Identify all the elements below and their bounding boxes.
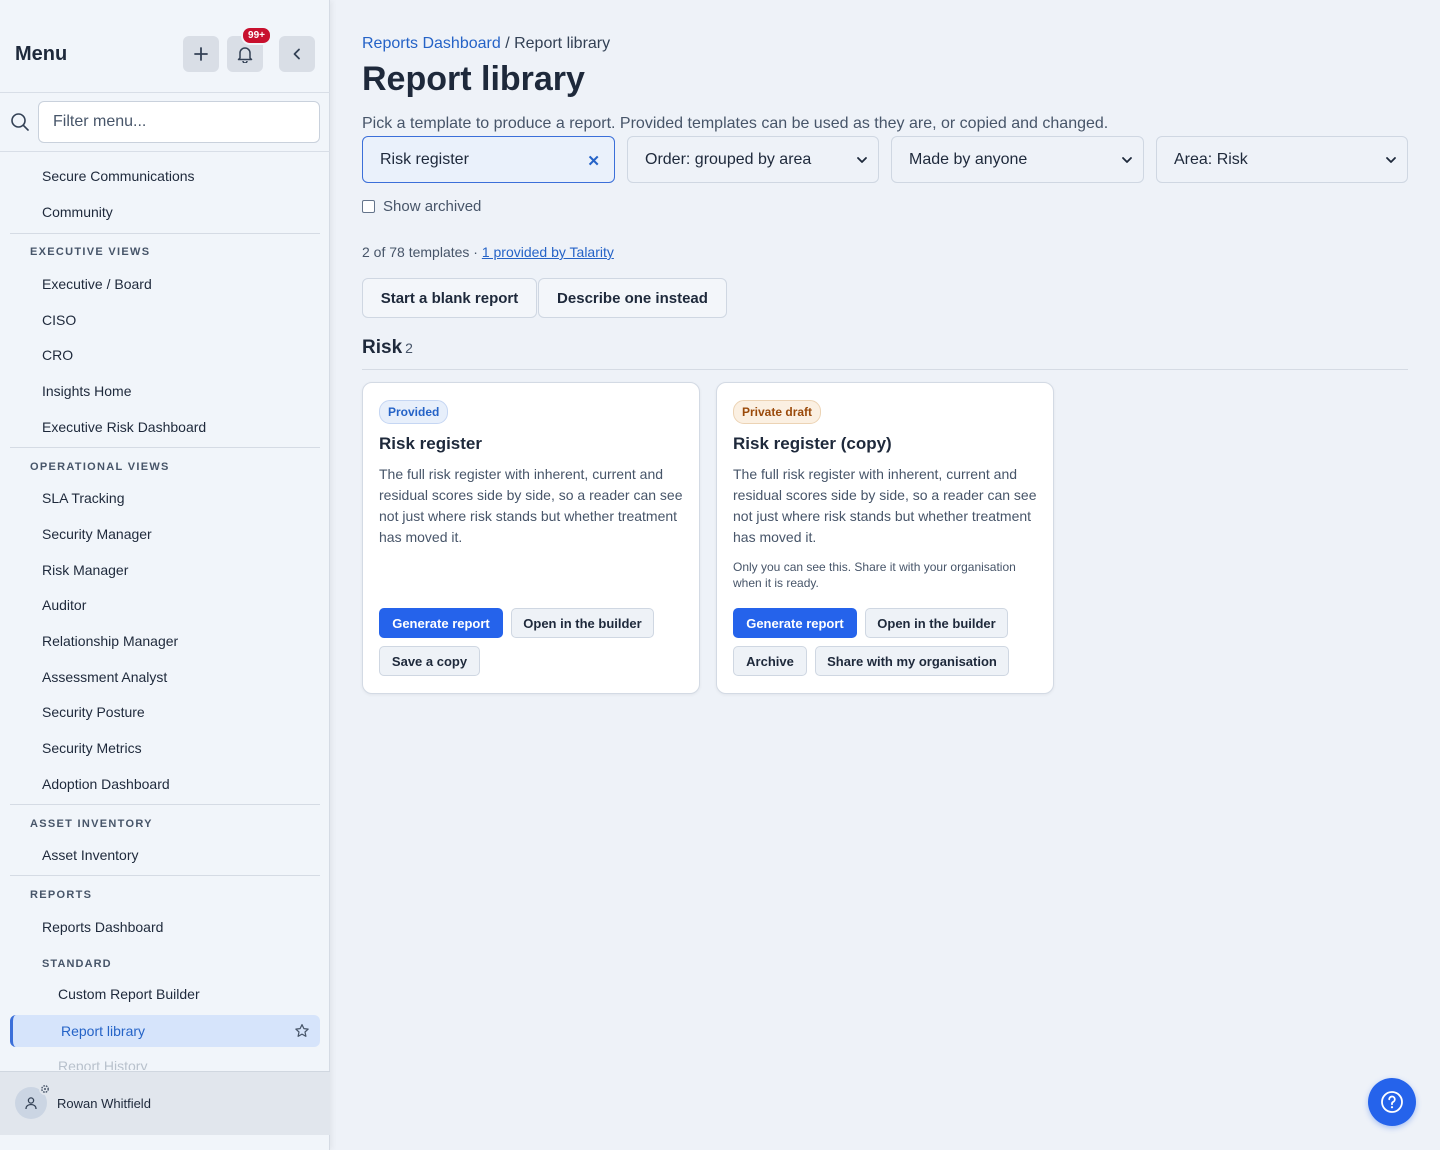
user-footer[interactable]: Rowan Whitfield xyxy=(0,1071,330,1135)
sidebar-item-executive-risk-dashboard[interactable]: Executive Risk Dashboard xyxy=(10,410,320,444)
show-archived-label: Show archived xyxy=(383,198,482,215)
help-icon xyxy=(1381,1091,1403,1113)
chevron-down-icon xyxy=(857,157,867,163)
add-button[interactable] xyxy=(183,36,219,72)
card-visibility-note: Only you can see this. Share it with you… xyxy=(733,560,1016,590)
group-count: 2 xyxy=(405,340,413,356)
card-description: The full risk register with inherent, cu… xyxy=(733,466,1037,545)
sidebar-item-sla-tracking[interactable]: SLA Tracking xyxy=(10,481,320,515)
template-count-text: 2 of 78 templates · xyxy=(362,244,482,260)
search-icon xyxy=(11,113,29,131)
sidebar-item-report-library[interactable]: Report library xyxy=(10,1015,320,1047)
divider xyxy=(10,233,320,234)
sidebar-filter xyxy=(0,93,330,152)
open-in-builder-button[interactable]: Open in the builder xyxy=(511,608,654,638)
clear-search-icon[interactable]: ✕ xyxy=(587,152,600,170)
divider xyxy=(10,447,320,448)
sidebar-title: Menu xyxy=(15,43,68,65)
made-by-select-value: Made by anyone xyxy=(909,150,1028,168)
template-search-input[interactable]: Risk register ✕ xyxy=(362,136,615,183)
card-title: Risk register xyxy=(379,434,482,453)
sidebar-item-label: Report library xyxy=(61,1023,146,1039)
page-description: Pick a template to produce a report. Pro… xyxy=(362,115,1109,132)
sidebar-item-reports-dashboard[interactable]: Reports Dashboard xyxy=(10,910,320,944)
show-archived-toggle[interactable]: Show archived xyxy=(362,198,481,215)
avatar[interactable] xyxy=(15,1083,51,1119)
user-name: Rowan Whitfield xyxy=(57,1096,151,1111)
group-heading-risk: Risk 2 xyxy=(362,337,413,359)
sidebar-item-custom-report-builder[interactable]: Custom Report Builder xyxy=(10,977,320,1011)
chevron-down-icon xyxy=(1122,157,1132,163)
sidebar: Menu 99+ Secure Communications Community… xyxy=(0,0,330,1150)
sidebar-item-insights-home[interactable]: Insights Home xyxy=(10,374,320,408)
sidebar-nav: Secure Communications Community EXECUTIV… xyxy=(10,152,320,1070)
describe-report-button[interactable]: Describe one instead xyxy=(538,278,727,318)
generate-report-button[interactable]: Generate report xyxy=(379,608,503,638)
template-card: Provided Risk register The full risk reg… xyxy=(362,382,700,694)
section-heading-executive-views: EXECUTIVE VIEWS xyxy=(30,246,151,258)
template-card: Private draft Risk register (copy) The f… xyxy=(716,382,1054,694)
sidebar-header: Menu 99+ xyxy=(0,0,330,93)
sidebar-item-report-history[interactable]: Report History xyxy=(10,1049,320,1070)
sidebar-item-asset-inventory[interactable]: Asset Inventory xyxy=(10,838,320,872)
card-description: The full risk register with inherent, cu… xyxy=(379,466,683,545)
show-archived-checkbox[interactable] xyxy=(362,200,375,213)
made-by-select[interactable]: Made by anyone xyxy=(891,136,1144,183)
help-button[interactable] xyxy=(1368,1078,1416,1126)
sidebar-item-security-posture[interactable]: Security Posture xyxy=(10,695,320,729)
notification-count-badge: 99+ xyxy=(241,26,272,45)
sidebar-item-assessment-analyst[interactable]: Assessment Analyst xyxy=(10,660,320,694)
save-copy-button[interactable]: Save a copy xyxy=(379,646,480,676)
sidebar-item-adoption-dashboard[interactable]: Adoption Dashboard xyxy=(10,767,320,801)
divider xyxy=(10,804,320,805)
chevron-down-icon xyxy=(1386,157,1396,163)
order-select-value: Order: grouped by area xyxy=(645,150,812,168)
sidebar-item-cro[interactable]: CRO xyxy=(10,338,320,372)
star-icon[interactable] xyxy=(294,1023,310,1039)
group-divider xyxy=(362,369,1408,370)
plus-icon xyxy=(194,47,208,61)
bell-icon xyxy=(237,47,253,63)
settings-gear-icon xyxy=(39,1083,51,1095)
template-count: 2 of 78 templates · 1 provided by Talari… xyxy=(362,244,614,260)
page-title: Report library xyxy=(362,60,585,98)
private-draft-badge: Private draft xyxy=(733,400,822,424)
breadcrumb: Reports Dashboard / Report library xyxy=(362,35,610,53)
collapse-sidebar-button[interactable] xyxy=(279,36,315,72)
start-blank-report-button[interactable]: Start a blank report xyxy=(362,278,537,318)
order-select[interactable]: Order: grouped by area xyxy=(627,136,879,183)
sidebar-item-ciso[interactable]: CISO xyxy=(10,303,320,337)
notifications-button[interactable]: 99+ xyxy=(227,26,272,72)
area-select[interactable]: Area: Risk xyxy=(1156,136,1408,183)
filter-menu-input[interactable] xyxy=(38,101,320,143)
sidebar-item-auditor[interactable]: Auditor xyxy=(10,588,320,622)
provided-by-link[interactable]: 1 provided by Talarity xyxy=(482,244,614,260)
sidebar-item-security-manager[interactable]: Security Manager xyxy=(10,517,320,551)
user-icon xyxy=(25,1097,37,1110)
open-in-builder-button[interactable]: Open in the builder xyxy=(865,608,1008,638)
section-heading-operational-views: OPERATIONAL VIEWS xyxy=(30,461,170,473)
section-heading-asset-inventory: ASSET INVENTORY xyxy=(30,818,153,830)
generate-report-button[interactable]: Generate report xyxy=(733,608,857,638)
group-name: Risk xyxy=(362,337,403,358)
sidebar-item-executive-board[interactable]: Executive / Board xyxy=(10,267,320,301)
card-title: Risk register (copy) xyxy=(733,434,892,453)
archive-button[interactable]: Archive xyxy=(733,646,807,676)
chevron-left-icon xyxy=(293,48,300,60)
section-heading-reports: REPORTS xyxy=(30,889,93,901)
breadcrumb-current: Report library xyxy=(514,35,611,52)
sidebar-item-security-metrics[interactable]: Security Metrics xyxy=(10,731,320,765)
share-with-organisation-button[interactable]: Share with my organisation xyxy=(815,646,1009,676)
sidebar-item-community[interactable]: Community xyxy=(10,195,320,229)
breadcrumb-link-reports-dashboard[interactable]: Reports Dashboard xyxy=(362,35,501,52)
search-value: Risk register xyxy=(380,150,469,168)
sidebar-item-relationship-manager[interactable]: Relationship Manager xyxy=(10,624,320,658)
provided-badge: Provided xyxy=(379,400,449,424)
sidebar-item-risk-manager[interactable]: Risk Manager xyxy=(10,553,320,587)
breadcrumb-separator: / xyxy=(500,35,515,52)
divider xyxy=(10,875,320,876)
subsection-heading-standard: STANDARD xyxy=(42,958,112,970)
area-select-value: Area: Risk xyxy=(1174,150,1248,168)
sidebar-item-secure-communications[interactable]: Secure Communications xyxy=(10,159,320,193)
